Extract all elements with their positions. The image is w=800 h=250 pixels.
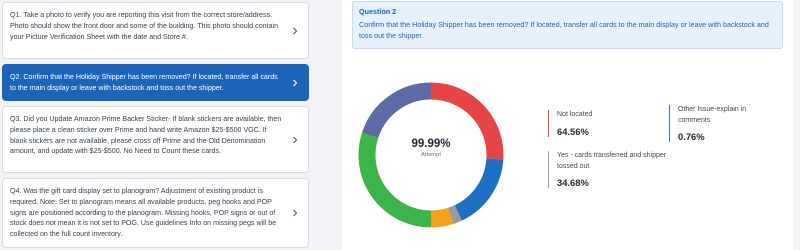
legend-label: Yes - cards transferred and shipper toss…: [557, 152, 667, 170]
donut-center: 99.99% Attempt: [376, 138, 486, 158]
donut-segment-4: [430, 207, 454, 228]
legend-item-other-issue: Other Issue-explain in comments 0.76%: [669, 105, 774, 142]
legend-value: 34.68%: [557, 177, 589, 188]
legend-label: Not located: [557, 111, 593, 118]
donut-segment-3: [448, 205, 462, 224]
legend-label: Other Issue-explain in comments: [678, 106, 747, 124]
donut-segment-6: [362, 82, 432, 139]
donut-segment-2: [454, 158, 504, 221]
donut-center-label: Attempt: [421, 152, 441, 158]
legend-value: 0.76%: [678, 131, 705, 142]
legend-value: 64.56%: [557, 125, 589, 137]
legend-item-cards-transferred: Yes - cards transferred and shipper toss…: [548, 151, 667, 188]
legend-item-not-located: Not located 64.56%: [548, 110, 667, 137]
donut-center-value: 99.99%: [411, 138, 451, 150]
